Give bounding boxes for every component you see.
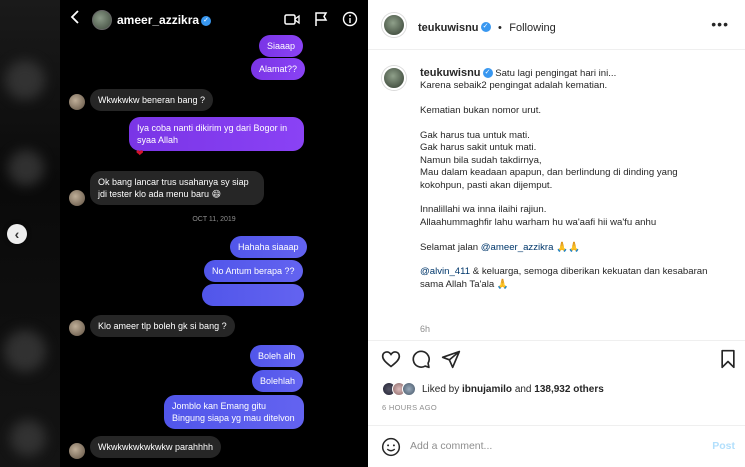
author-username[interactable]: teukuwisnu [418,22,479,34]
message-bubble-received: Wkwkwkw beneran bang ? [90,89,214,111]
caption-line: Namun bila sudah takdirnya, [420,154,542,166]
post-panel: teukuwisnu ✓ • Following ••• teukuwisnu ✓ … [368,0,745,467]
message-bubble-sent: Siaaap [259,35,304,57]
caption-line: Gak harus tua untuk mati. [420,130,530,141]
post-header: teukuwisnu ✓ • Following ••• [368,0,745,50]
comment-icon[interactable] [411,349,431,369]
caption-username[interactable]: teukuwisnu [420,67,481,79]
separator-dot: • [497,22,502,34]
mention-link[interactable]: @ameer_azzikra [481,242,554,253]
message-bubble-sent: Hahaha siaaap [230,236,307,258]
sender-avatar [69,190,85,206]
chat-screenshot: ameer_azzikra ✓ Siaaap Alamat?? Wkwkwkw b… [60,0,368,467]
message-bubble-sent: Boleh alh [250,345,304,367]
post-caption: teukuwisnu ✓ Satu lagi pengingat hari ini… [420,67,730,291]
likes-summary: Liked by ibnujamilo and 138,932 others [382,381,604,397]
caption-line: Innalillahi wa inna ilaihi rajiun. [420,204,547,216]
post-header-info: teukuwisnu ✓ • Following [418,18,556,36]
message-bubble-sent: No Antum berapa ?? [204,260,303,282]
mention-link[interactable]: @alvin_411 [420,266,470,277]
heart-reaction-icon: ❤ [136,148,144,158]
message-bubble-sent [202,284,304,306]
flag-icon [315,12,328,26]
caption-line: Karena sebaik2 pengingat adalah kematian… [420,80,608,92]
caption-farewell-line: Selamat jalan @ameer_azzikra 🙏🙏 [420,242,730,254]
blur-shape [8,150,44,186]
liked-user-link[interactable]: ibnujamilo [462,384,512,395]
caption-avatar[interactable] [382,66,406,90]
bookmark-icon[interactable] [718,349,738,369]
verified-icon: ✓ [480,21,491,32]
verified-icon: ✓ [482,68,493,79]
caption-emoji: 🙏🙏 [553,241,581,253]
sender-avatar [69,320,85,336]
date-separator: OCT 11, 2019 [192,216,236,223]
following-button[interactable]: Following [509,22,555,34]
message-bubble-received: Ok bang lancar trus usahanya sy siap jdi… [90,171,264,205]
liked-and: and [514,383,532,395]
blur-shape [10,420,46,456]
caption-time: 6h [420,324,431,334]
chat-username: ameer_azzikra ✓ [117,13,212,27]
caption-line: Kematian bukan nomor urut. [420,105,542,117]
blur-shape [4,330,46,372]
caption-line: Satu lagi pengingat hari ini... [495,68,617,79]
post-timestamp: 6 HOURS AGO [382,403,437,412]
blur-shape [5,60,45,100]
sender-avatar [69,443,85,459]
post-image: ameer_azzikra ✓ Siaaap Alamat?? Wkwkwkw b… [0,0,368,467]
message-bubble-sent: Iya coba nanti dikirim yg dari Bogor in … [129,117,304,151]
caption-line: Mau dalam keadaan apapun, dan berlindung… [420,167,678,179]
like-heart-icon[interactable] [381,349,401,369]
message-bubble-sent: Alamat?? [251,58,306,80]
post-comment-button[interactable]: Post [712,440,735,452]
caption-line: sama Allah Ta'ala 🙏 [420,278,509,290]
liked-prefix: Liked by [422,383,460,395]
comment-input[interactable]: Add a comment... [410,440,492,452]
chat-header: ameer_azzikra ✓ [60,0,368,40]
verified-icon: ✓ [201,15,212,26]
chat-avatar [92,10,112,30]
emoji-smiley-icon[interactable] [381,437,401,457]
chat-username-text: ameer_azzikra [117,13,200,27]
sender-avatar [69,94,85,110]
caption-line: Allaahummaghfir lahu warham hu wa'aafi h… [420,216,657,228]
previous-arrow-icon[interactable]: ‹ [7,224,27,244]
chat-header-icons [284,11,358,27]
message-bubble-sent: Jomblo kan Emang gitu Bingung siapa yg m… [164,395,304,429]
caption-line: Gak harus sakit untuk mati. [420,142,537,154]
caption-line: Selamat jalan [420,241,481,253]
action-bar [368,340,745,378]
more-options-icon[interactable]: ••• [711,16,729,32]
share-icon[interactable] [441,349,461,369]
info-icon [342,11,358,27]
author-avatar[interactable] [382,13,406,37]
likes-count-link[interactable]: 138,932 others [534,384,604,395]
message-bubble-received: Klo ameer tlp boleh gk si bang ? [90,315,235,337]
caption-text: & keluarga, semoga diberikan kekuatan da… [470,266,708,278]
video-call-icon [284,14,300,25]
liker-avatar [402,382,416,396]
caption-first-line: teukuwisnu ✓ Satu lagi pengingat hari ini… [420,67,730,80]
caption-line: kokohpun, pasti akan dijemput. [420,179,553,191]
caption-family-line: @alvin_411 & keluarga, semoga diberikan … [420,266,730,278]
message-bubble-received: Wkwkwkwkwkwkw parahhhh [90,436,222,458]
comment-bar: Add a comment... Post [368,425,745,467]
message-bubble-sent: Bolehlah [252,370,304,392]
back-arrow-icon [70,10,80,29]
